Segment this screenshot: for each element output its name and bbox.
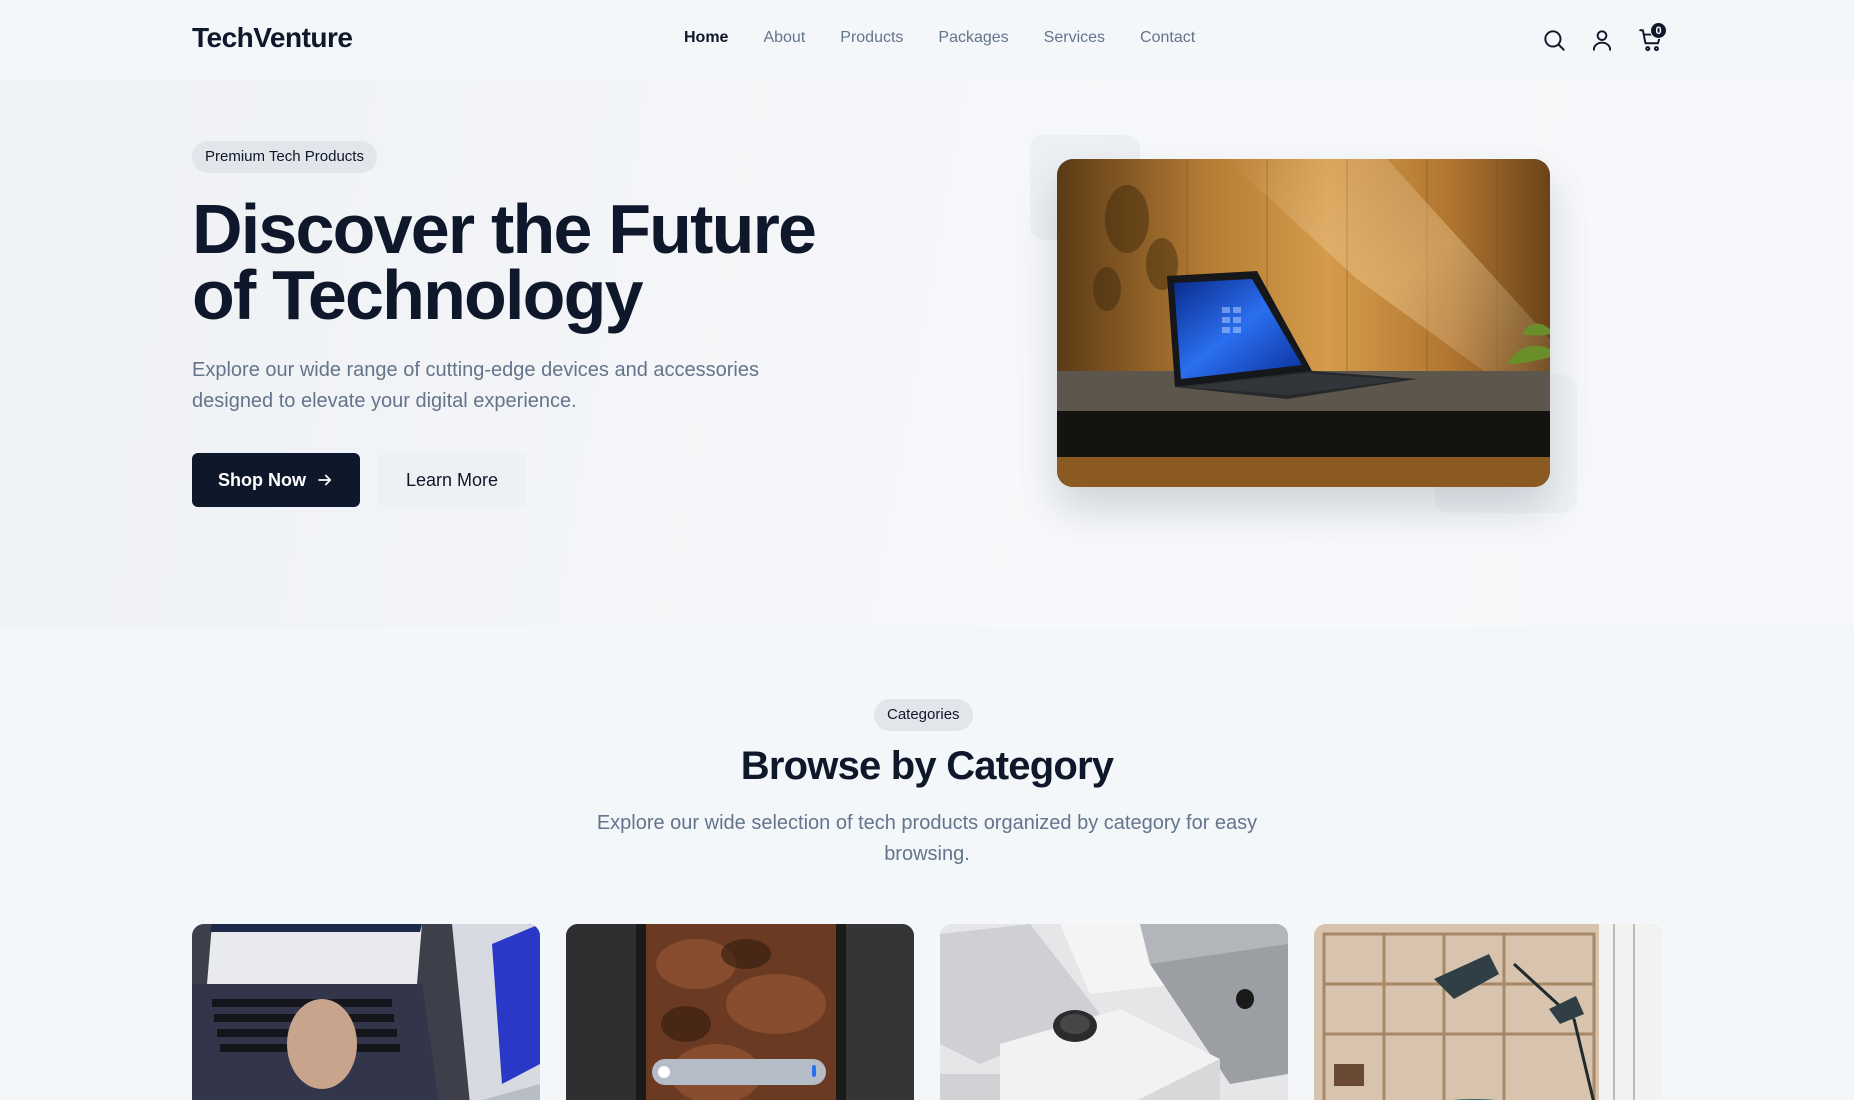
brand-logo[interactable]: TechVenture <box>192 22 353 54</box>
shop-now-label: Shop Now <box>218 469 306 490</box>
nav-item-services[interactable]: Services <box>1044 29 1105 47</box>
site-header: TechVenture Home About Products Packages… <box>0 0 1854 80</box>
categories-badge: Categories <box>874 699 973 731</box>
learn-more-label: Learn More <box>405 469 499 490</box>
hero-product-image <box>1057 159 1550 487</box>
nav-item-about[interactable]: About <box>763 29 805 47</box>
cart-count-badge: 0 <box>1650 22 1667 39</box>
hero-section: Premium Tech Products Discover the Futur… <box>0 80 1854 628</box>
nav-item-home[interactable]: Home <box>684 29 728 47</box>
category-card-workspace[interactable] <box>1314 924 1662 1100</box>
user-icon[interactable] <box>1589 27 1615 53</box>
category-card-laptops[interactable] <box>192 924 540 1100</box>
learn-more-button[interactable]: Learn More <box>378 453 526 507</box>
arrow-right-icon <box>318 474 332 486</box>
categories-subtitle: Explore our wide selection of tech produ… <box>596 812 1258 865</box>
nav-item-contact[interactable]: Contact <box>1140 29 1195 47</box>
hero-title-line2: of Technology <box>192 256 644 334</box>
category-card-accessories[interactable] <box>940 924 1288 1100</box>
main-nav: Home About Products Packages Services Co… <box>684 29 1230 47</box>
categories-title: Browse by Category <box>740 744 1114 788</box>
nav-item-packages[interactable]: Packages <box>938 29 1008 47</box>
search-icon[interactable] <box>1541 27 1567 53</box>
hero-badge: Premium Tech Products <box>192 141 377 173</box>
hero-subtitle: Explore our wide range of cutting-edge d… <box>192 359 759 412</box>
shop-now-button[interactable]: Shop Now <box>192 453 360 507</box>
category-card-smartphones[interactable] <box>566 924 914 1100</box>
cart-button[interactable]: 0 <box>1638 22 1667 53</box>
hero-title: Discover the Future of Technology <box>192 194 892 330</box>
nav-item-products[interactable]: Products <box>840 29 903 47</box>
